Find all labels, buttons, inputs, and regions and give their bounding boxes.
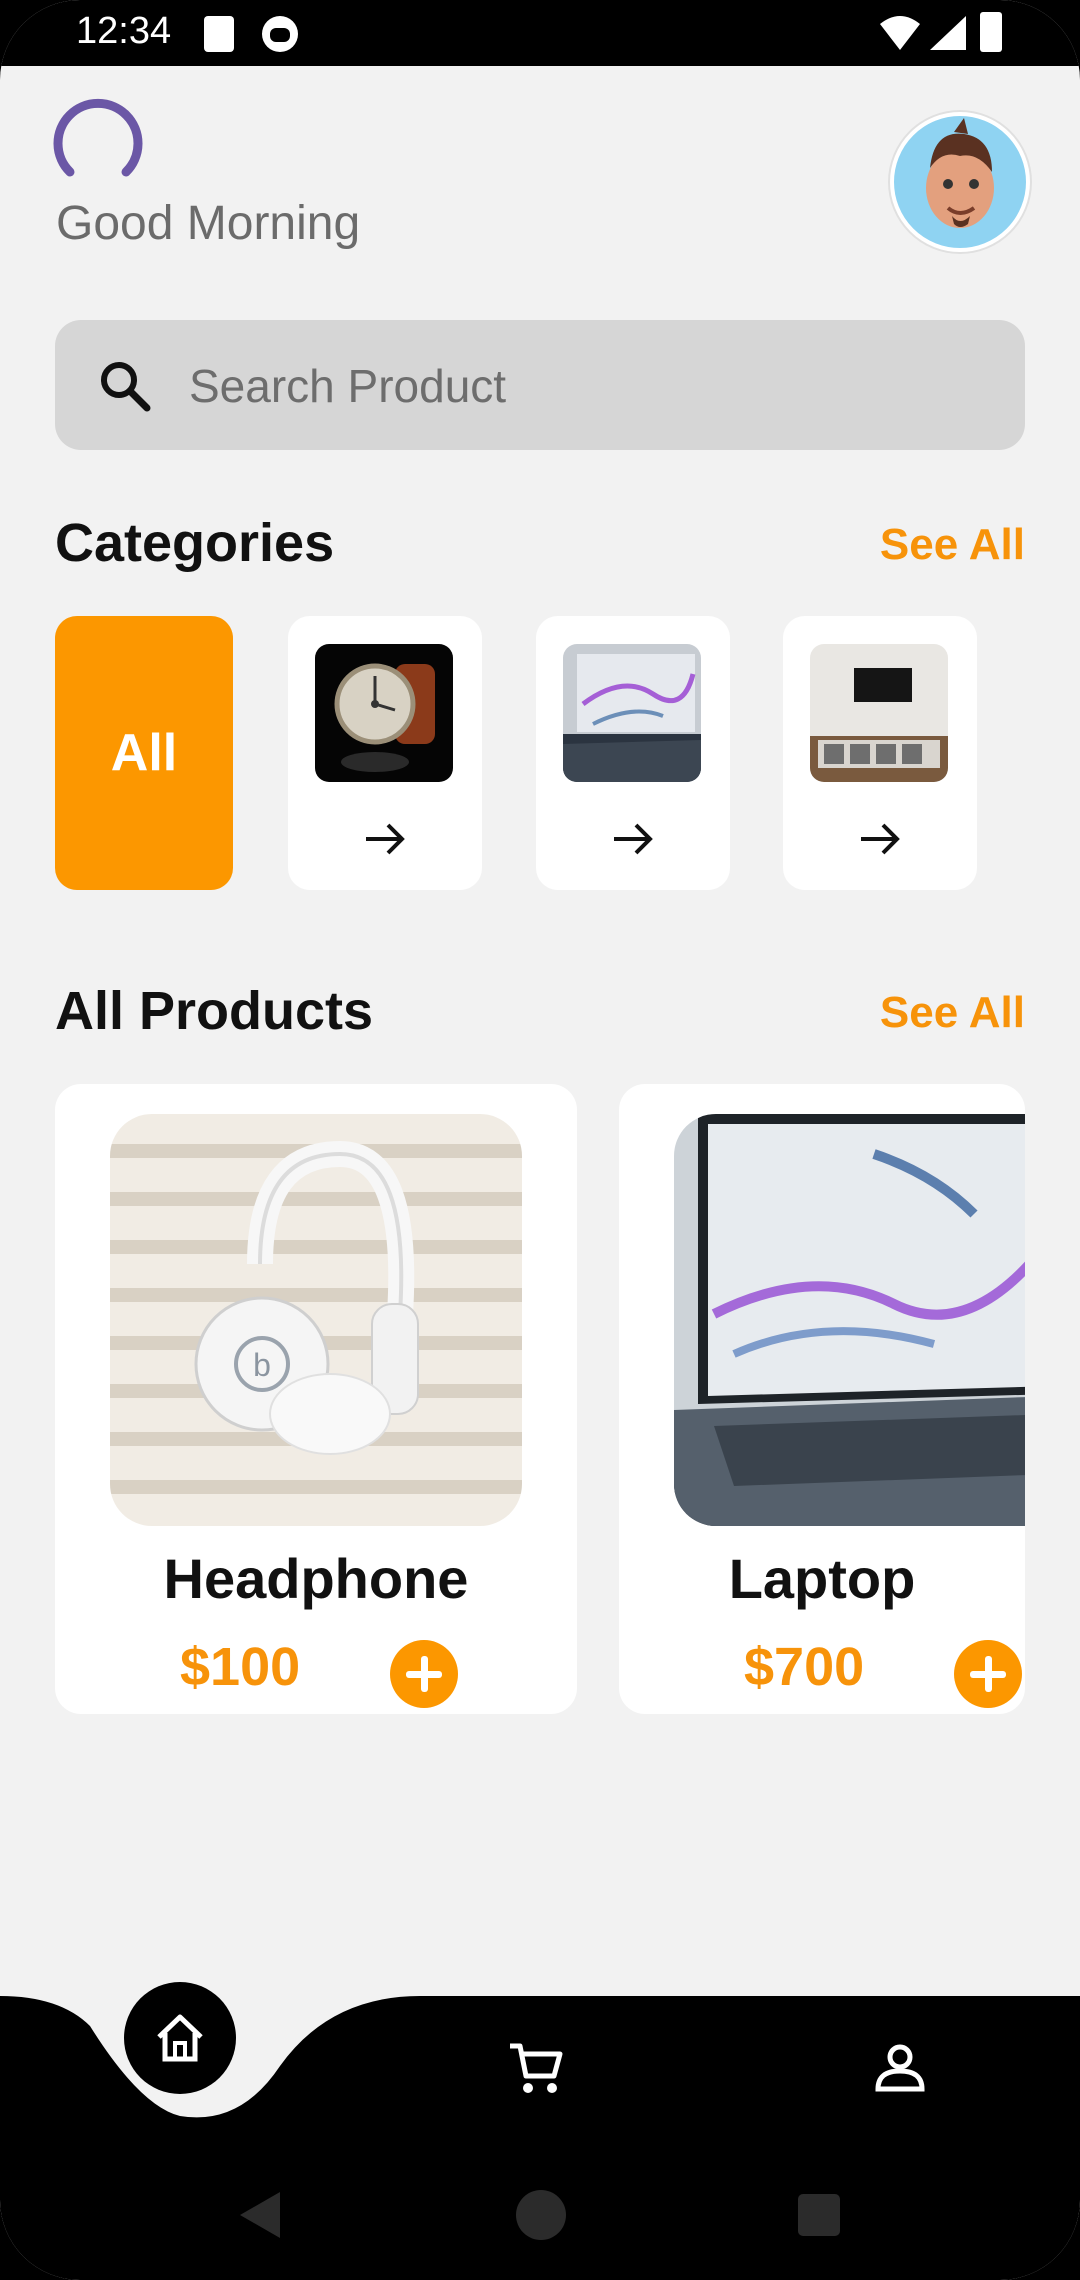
laptop-image <box>563 644 701 782</box>
tv-stand-image <box>810 644 948 782</box>
system-recents-button[interactable] <box>798 2194 840 2236</box>
nav-home-button[interactable] <box>124 1982 236 2094</box>
nav-cart-button[interactable] <box>500 2032 572 2104</box>
product-price: $100 <box>180 1637 301 1697</box>
add-to-cart-button[interactable] <box>390 1640 458 1708</box>
status-time: 12:34 <box>76 10 172 52</box>
product-card-headphone[interactable]: b Headphone $100 <box>55 1084 577 1714</box>
signal-icon <box>930 16 966 50</box>
categories-see-all-link[interactable]: See All <box>880 520 1025 570</box>
search-input[interactable] <box>187 346 971 426</box>
search-bar[interactable] <box>55 320 1025 450</box>
wifi-icon <box>880 16 920 50</box>
notification-icon <box>262 16 298 52</box>
greeting-text: Good Morning <box>56 197 361 250</box>
avatar[interactable] <box>890 112 1030 252</box>
product-name: Headphone <box>163 1547 469 1610</box>
avatar-face-icon <box>926 118 994 228</box>
app-screen: 12:34 Good Morning Ca <box>0 0 1080 2280</box>
products-see-all-link[interactable]: See All <box>880 988 1025 1038</box>
product-card-laptop[interactable]: Laptop $700 <box>619 1084 1025 1714</box>
system-home-button[interactable] <box>516 2190 566 2240</box>
sd-card-icon <box>204 16 234 52</box>
all-products-title: All Products <box>55 981 374 1041</box>
svg-text:b: b <box>253 1347 271 1383</box>
headphone-image: b <box>110 1114 522 1526</box>
watch-image <box>315 644 453 782</box>
battery-icon <box>980 12 1002 52</box>
laptop-image <box>674 1114 1025 1526</box>
arrow-right-icon <box>366 823 405 855</box>
categories-title: Categories <box>55 513 335 573</box>
category-card-laptop[interactable] <box>536 616 730 890</box>
system-back-button[interactable] <box>236 2190 284 2240</box>
product-name: Laptop <box>728 1547 916 1610</box>
profile-icon <box>875 2044 925 2092</box>
status-bar: 12:34 <box>0 0 1080 66</box>
cart-icon <box>510 2043 563 2093</box>
nav-profile-button[interactable] <box>864 2032 936 2104</box>
category-card-tv[interactable] <box>783 616 977 890</box>
arrow-right-icon <box>614 823 653 855</box>
search-icon <box>101 362 151 412</box>
home-icon <box>157 2014 203 2062</box>
arrow-right-icon <box>861 823 900 855</box>
product-price: $700 <box>744 1637 865 1697</box>
category-all-chip[interactable]: All <box>55 616 233 890</box>
loading-spinner-icon <box>53 98 143 177</box>
category-card-watch[interactable] <box>288 616 482 890</box>
add-to-cart-button[interactable] <box>954 1640 1022 1708</box>
